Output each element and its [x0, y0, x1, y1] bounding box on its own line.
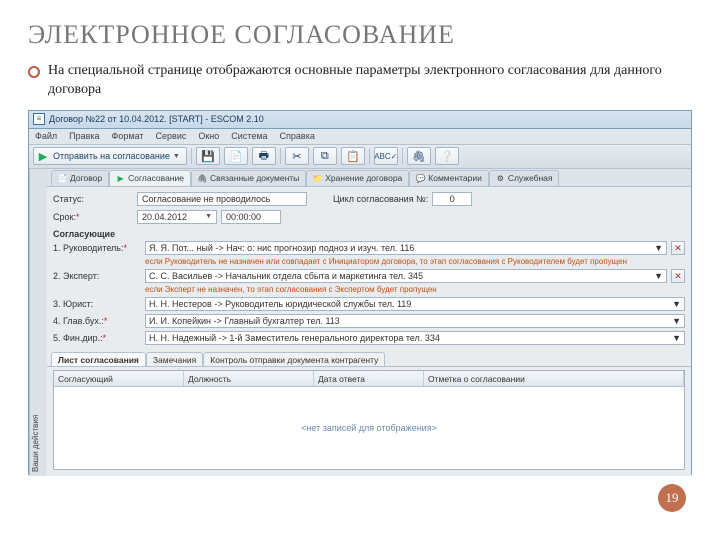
menu-edit[interactable]: Правка — [69, 131, 99, 141]
approval-icon: ▶ — [116, 174, 125, 183]
approver-2-clear-button[interactable]: ✕ — [671, 269, 685, 283]
approver-2-warning: если Эксперт не назначен, то этап соглас… — [145, 286, 685, 295]
side-tab-actions[interactable]: Ваши действия — [29, 169, 47, 476]
abc-check-icon: ABC✓ — [379, 149, 393, 163]
cycle-label: Цикл согласования №: — [333, 194, 428, 204]
grid-col-mark[interactable]: Отметка о согласовании — [424, 371, 684, 386]
menu-service[interactable]: Сервис — [156, 131, 187, 141]
printer-icon: 🖶 — [257, 149, 271, 163]
chevron-down-icon: ▼ — [654, 243, 663, 253]
tab-linked-docs[interactable]: 🖇Связанные документы — [191, 170, 306, 186]
tab-approval[interactable]: ▶Согласование — [109, 170, 191, 186]
bullet-row: На специальной странице отображаются осн… — [28, 62, 692, 100]
subtab-approval-sheet[interactable]: Лист согласования — [51, 352, 146, 366]
cycle-value: 0 — [432, 192, 472, 206]
term-date-input[interactable]: 20.04.2012▼ — [137, 210, 217, 224]
menu-system[interactable]: Система — [231, 131, 267, 141]
copy-doc-icon: 📄 — [229, 149, 243, 163]
slide-title: ЭЛЕКТРОННОЕ СОГЛАСОВАНИЕ — [28, 20, 692, 50]
tab-storage[interactable]: 📁Хранение договора — [306, 170, 409, 186]
spellcheck-button[interactable]: ABC✓ — [374, 147, 398, 165]
chevron-down-icon: ▼ — [205, 213, 212, 220]
grid-empty: <нет записей для отображения> — [54, 387, 684, 468]
subtab-notes[interactable]: Замечания — [146, 352, 203, 366]
attach-button[interactable]: 🖇 — [407, 147, 431, 165]
chevron-down-icon: ▼ — [672, 316, 681, 326]
approver-1-warning: если Руководитель не назначен или совпад… — [145, 258, 685, 267]
comment-icon: 💬 — [416, 174, 425, 183]
chevron-down-icon: ▼ — [173, 153, 180, 160]
term-label: Срок:* — [53, 212, 133, 222]
page-number: 19 — [658, 484, 686, 512]
grid-col-date[interactable]: Дата ответа — [314, 371, 424, 386]
tabstrip: 📄Договор ▶Согласование 🖇Связанные докуме… — [47, 169, 691, 187]
send-for-approval-button[interactable]: ▶ Отправить на согласование ▼ — [33, 147, 187, 165]
app-window: ≡ Договор №22 от 10.04.2012. [START] - E… — [28, 110, 692, 475]
menu-window[interactable]: Окно — [198, 131, 219, 141]
menu-file[interactable]: Файл — [35, 131, 57, 141]
cut-button[interactable]: ✂ — [285, 147, 309, 165]
approver-3-label: 3. Юрист: — [53, 299, 141, 309]
grid-col-approver[interactable]: Согласующий — [54, 371, 184, 386]
help-icon: ❔ — [440, 149, 454, 163]
send-icon: ▶ — [36, 149, 50, 163]
tab-comments[interactable]: 💬Комментарии — [409, 170, 489, 186]
folder-icon: 📁 — [313, 174, 322, 183]
toolbar: ▶ Отправить на согласование ▼ 💾 📄 🖶 ✂ ⧉ … — [29, 145, 691, 169]
scissors-icon: ✂ — [290, 149, 304, 163]
approver-2-select[interactable]: С. С. Васильев -> Начальник отдела сбыта… — [145, 269, 667, 283]
titlebar[interactable]: ≡ Договор №22 от 10.04.2012. [START] - E… — [29, 111, 691, 129]
status-value: Согласование не проводилось — [137, 192, 307, 206]
chevron-down-icon: ▼ — [672, 299, 681, 309]
approver-5-select[interactable]: Н. Н. Надежный -> 1-й Заместитель генера… — [145, 331, 685, 345]
link-icon: 🖇 — [412, 149, 426, 163]
menu-help[interactable]: Справка — [280, 131, 315, 141]
approvers-header: Согласующие — [53, 229, 685, 239]
copy-doc-button[interactable]: 📄 — [224, 147, 248, 165]
approver-1-select[interactable]: Я. Я. Пот... ный -> Нач: о: нис прогнози… — [145, 241, 667, 255]
send-label: Отправить на согласование — [53, 151, 170, 161]
chevron-down-icon: ▼ — [654, 271, 663, 281]
clipboard-icon: 📋 — [346, 149, 360, 163]
window-title: Договор №22 от 10.04.2012. [START] - ESC… — [49, 114, 264, 124]
grid-col-position[interactable]: Должность — [184, 371, 314, 386]
linked-icon: 🖇 — [198, 174, 207, 183]
tab-service[interactable]: ⚙Служебная — [489, 170, 560, 186]
copy-button[interactable]: ⧉ — [313, 147, 337, 165]
save-icon: 💾 — [201, 149, 215, 163]
subtab-send-control[interactable]: Контроль отправки документа контрагенту — [203, 352, 385, 366]
approver-1-label: 1. Руководитель:* — [53, 243, 141, 253]
approval-grid: Согласующий Должность Дата ответа Отметк… — [53, 370, 685, 469]
bullet-text: На специальной странице отображаются осн… — [48, 62, 692, 100]
app-icon: ≡ — [33, 113, 45, 125]
help-button[interactable]: ❔ — [435, 147, 459, 165]
approver-1-clear-button[interactable]: ✕ — [671, 241, 685, 255]
status-label: Статус: — [53, 194, 133, 204]
approver-4-select[interactable]: И. И. Копейкин -> Главный бухгалтер тел.… — [145, 314, 685, 328]
term-time-input[interactable]: 00:00:00 — [221, 210, 281, 224]
chevron-down-icon: ▼ — [672, 333, 681, 343]
bullet-icon — [28, 66, 40, 78]
menu-format[interactable]: Формат — [112, 131, 144, 141]
copy-icon: ⧉ — [318, 149, 332, 163]
grid-header: Согласующий Должность Дата ответа Отметк… — [54, 371, 684, 387]
paste-button[interactable]: 📋 — [341, 147, 365, 165]
print-button[interactable]: 🖶 — [252, 147, 276, 165]
subtabs: Лист согласования Замечания Контроль отп… — [47, 351, 691, 367]
document-icon: 📄 — [58, 174, 67, 183]
approver-2-label: 2. Эксперт: — [53, 271, 141, 281]
tab-document[interactable]: 📄Договор — [51, 170, 109, 186]
gear-icon: ⚙ — [496, 174, 505, 183]
approver-3-select[interactable]: Н. Н. Нестеров -> Руководитель юридическ… — [145, 297, 685, 311]
approver-4-label: 4. Глав.бух.:* — [53, 316, 141, 326]
save-button[interactable]: 💾 — [196, 147, 220, 165]
menubar: Файл Правка Формат Сервис Окно Система С… — [29, 129, 691, 145]
approver-5-label: 5. Фин.дир.:* — [53, 333, 141, 343]
